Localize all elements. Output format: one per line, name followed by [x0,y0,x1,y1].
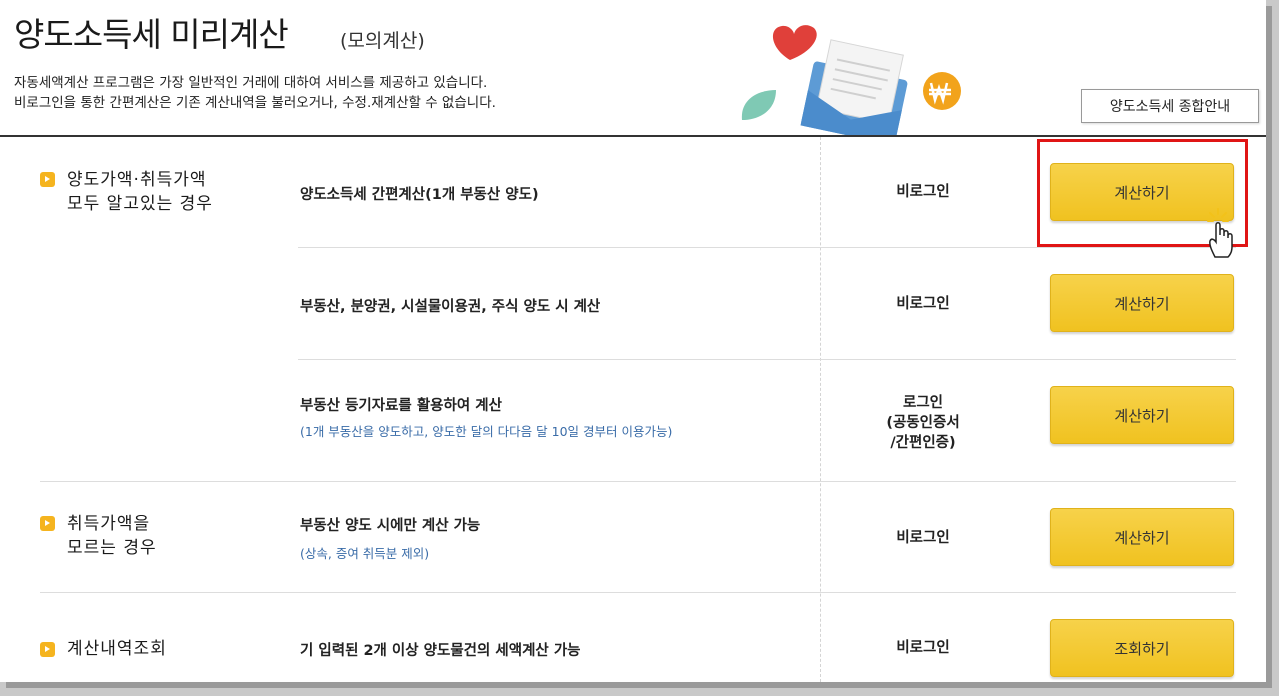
tax-illustration [741,25,961,135]
row-title: 기 입력된 2개 이상 양도물건의 세액계산 가능 [300,643,581,659]
page-title: 양도소득세 미리계산 [14,15,289,54]
login-line-2: (공동인증서 [886,415,960,431]
row-separator [298,359,1236,360]
row-title: 양도소득세 간편계산(1개 부동산 양도) [300,187,539,203]
row-separator [40,592,1236,593]
category-line-1: 취득가액을 [67,514,151,534]
category-unknown-acquisition: 취득가액을 모르는 경우 [67,512,157,560]
category-history: 계산내역조회 [67,639,167,659]
leaf-icon [741,90,776,120]
row-title: 부동산 등기자료를 활용하여 계산 [300,398,502,414]
bullet-icon [40,642,55,657]
page-shadow [6,682,1272,688]
unknown-acquisition-calc-button[interactable]: 계산하기 [1050,508,1234,566]
description-line-2: 비로그인을 통한 간편계산은 기존 계산내역을 불러오거나, 수정.재계산할 수… [14,95,496,111]
property-calc-button[interactable]: 계산하기 [1050,274,1234,332]
column-divider [820,137,821,682]
row-title: 부동산, 분양권, 시설물이용권, 주식 양도 시 계산 [300,299,601,315]
row-title: 부동산 양도 시에만 계산 가능 [300,518,481,534]
heart-icon [772,25,817,60]
login-type: 로그인 (공동인증서 /간편인증) [825,393,1021,453]
category-line-1: 양도가액·취득가액 [67,170,207,190]
category-line-2: 모두 알고있는 경우 [67,194,213,214]
won-coin-icon [923,72,961,110]
login-line-1: 로그인 [902,395,944,411]
hand-pointer-icon [1207,208,1233,258]
row-note: (1개 부동산을 양도하고, 양도한 달의 다다음 달 10일 경부터 이용가능… [300,424,673,439]
bullet-icon [40,172,55,187]
login-type: 비로그인 [896,530,950,546]
description-line-1: 자동세액계산 프로그램은 가장 일반적인 거래에 대하여 서비스를 제공하고 있… [14,75,488,91]
bullet-icon [40,516,55,531]
category-line-2: 모르는 경우 [67,538,157,558]
row-separator [298,247,1236,248]
page-subtitle: (모의계산) [340,30,425,52]
calculator-page: 양도소득세 미리계산 (모의계산) 자동세액계산 프로그램은 가장 일반적인 거… [0,0,1266,682]
page-description: 자동세액계산 프로그램은 가장 일반적인 거래에 대하여 서비스를 제공하고 있… [14,73,496,113]
page-shadow [1266,6,1272,688]
row-note: (상속, 증여 취득분 제외) [300,546,430,561]
category-known-prices: 양도가액·취득가액 모두 알고있는 경우 [67,168,213,216]
page-header: 양도소득세 미리계산 (모의계산) 자동세액계산 프로그램은 가장 일반적인 거… [0,0,1266,137]
login-type: 비로그인 [896,640,950,656]
login-line-3: /간편인증) [890,435,956,451]
registry-calc-button[interactable]: 계산하기 [1050,386,1234,444]
transfer-tax-guide-button[interactable]: 양도소득세 종합안내 [1081,89,1259,123]
row-separator [40,481,1236,482]
login-type: 비로그인 [896,184,950,200]
login-type: 비로그인 [896,296,950,312]
history-lookup-button[interactable]: 조회하기 [1050,619,1234,677]
envelope-icon [800,39,908,135]
